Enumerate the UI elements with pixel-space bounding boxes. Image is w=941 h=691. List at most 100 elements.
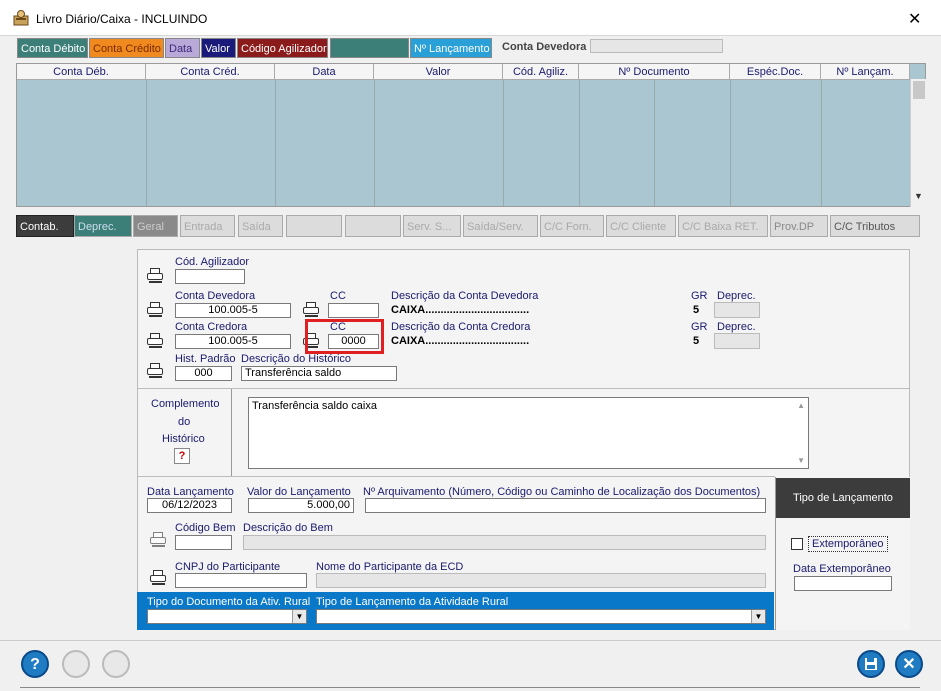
tipo-lancamento-header: Tipo de Lançamento — [776, 478, 910, 518]
codigo-bem-label: Código Bem — [175, 522, 236, 534]
descricao-bem-label: Descrição do Bem — [243, 522, 333, 534]
tab-data[interactable]: Data — [165, 38, 200, 58]
printer-icon[interactable] — [147, 333, 164, 348]
tab-cc-tributos[interactable]: C/C Tributos — [830, 215, 920, 237]
conta-devedora-input[interactable]: 100.005-5 — [175, 303, 291, 318]
tab-blank-1[interactable] — [286, 215, 342, 237]
valor-lancamento-input[interactable]: 5.000,00 — [248, 498, 354, 513]
title-bar: Livro Diário/Caixa - INCLUINDO ✕ — [0, 0, 941, 36]
tab-blank[interactable] — [330, 38, 409, 58]
disabled-action-icon — [62, 650, 90, 678]
grid-scrollbar[interactable]: ▼ — [910, 79, 926, 207]
hist-padrao-input[interactable]: 000 — [175, 366, 232, 381]
col-header-data[interactable]: Data — [275, 64, 374, 80]
conta-credora-label: Conta Credora — [175, 321, 248, 333]
tab-cc-cliente[interactable]: C/C Cliente — [606, 215, 676, 237]
deprec-devedora-label: Deprec. — [717, 290, 756, 302]
extemporaneo-checkbox[interactable] — [791, 538, 803, 550]
cc-devedora-input[interactable] — [328, 303, 379, 318]
codigo-bem-input[interactable] — [175, 535, 232, 550]
gr-devedora-label: GR — [691, 290, 708, 302]
help-button[interactable]: ? — [174, 448, 190, 464]
scrollbar-thumb[interactable] — [913, 81, 925, 99]
tab-serv[interactable]: Serv. S... — [403, 215, 461, 237]
gr-credora-label: GR — [691, 321, 708, 333]
cancel-icon[interactable]: ✕ — [895, 650, 923, 678]
desc-historico-input[interactable]: Transferência saldo — [241, 366, 397, 381]
cc-devedora-label: CC — [330, 290, 346, 302]
tab-entrada[interactable]: Entrada — [180, 215, 235, 237]
col-header-conta-cred[interactable]: Conta Créd. — [146, 64, 275, 80]
cnpj-participante-input[interactable] — [175, 573, 307, 588]
chevron-down-icon[interactable]: ▼ — [751, 610, 765, 623]
cnpj-participante-label: CNPJ do Participante — [175, 561, 281, 573]
tab-num-lancamento[interactable]: Nº Lançamento — [410, 38, 492, 58]
tab-cc-forn[interactable]: C/C Forn. — [540, 215, 604, 237]
tab-saida[interactable]: Saída — [238, 215, 283, 237]
complemento-label: Complemento — [151, 398, 220, 410]
col-header-conta-deb[interactable]: Conta Déb. — [17, 64, 146, 80]
close-icon[interactable]: ✕ — [908, 9, 921, 29]
tipo-lanc-rural-select[interactable]: ▼ — [316, 609, 766, 624]
grid-col-divider — [275, 80, 276, 206]
tab-geral[interactable]: Geral — [133, 215, 178, 237]
deprec-credora-input — [714, 333, 760, 349]
tab-prov-dp[interactable]: Prov.DP — [770, 215, 828, 237]
conta-credora-input[interactable]: 100.005-5 — [175, 334, 291, 349]
extemporaneo-label[interactable]: Extemporâneo — [808, 536, 888, 552]
printer-icon[interactable] — [150, 532, 167, 547]
complemento-textarea[interactable]: Transferência saldo caixa ▲ ▼ — [248, 397, 809, 469]
col-header-num-documento[interactable]: Nº Documento — [579, 64, 730, 80]
printer-icon[interactable] — [150, 570, 167, 585]
highlight-box — [305, 319, 384, 354]
tab-deprec[interactable]: Deprec. — [74, 215, 132, 237]
window-title: Livro Diário/Caixa - INCLUINDO — [36, 12, 208, 26]
entries-grid[interactable]: Conta Déb. Conta Créd. Data Valor Cód. A… — [16, 63, 926, 207]
conta-devedora-label: Conta Devedora — [175, 290, 256, 302]
grid-col-divider — [579, 80, 580, 206]
grid-col-divider — [374, 80, 375, 206]
chevron-down-icon[interactable]: ▼ — [292, 610, 306, 623]
tab-codigo-agilizador[interactable]: Código Agilizador — [237, 38, 328, 58]
tipo-doc-rural-select[interactable]: ▼ — [147, 609, 307, 624]
printer-icon[interactable] — [147, 268, 164, 283]
save-icon[interactable] — [857, 650, 885, 678]
top-right-field — [590, 39, 723, 53]
col-header-espec-doc[interactable]: Espéc.Doc. — [730, 64, 821, 80]
grid-col-divider — [730, 80, 731, 206]
printer-icon[interactable] — [147, 302, 164, 317]
desc-historico-label: Descrição do Histórico — [241, 353, 352, 365]
col-header-cod-agiliz[interactable]: Cód. Agiliz. — [503, 64, 579, 80]
gr-credora-value: 5 — [693, 335, 700, 347]
tab-cc-baixa-ret[interactable]: C/C Baixa RET. — [678, 215, 768, 237]
textarea-scroll-up-icon[interactable]: ▲ — [797, 401, 805, 410]
tab-valor[interactable]: Valor — [201, 38, 236, 58]
printer-icon[interactable] — [147, 363, 164, 378]
desc-credora-value: CAIXA.................................. — [391, 335, 530, 347]
complemento-label-do: do — [178, 416, 191, 428]
data-lancamento-input[interactable]: 06/12/2023 — [147, 498, 232, 513]
tab-contab[interactable]: Contab. — [16, 215, 74, 237]
tab-blank-2[interactable] — [345, 215, 401, 237]
grid-col-divider — [146, 80, 147, 206]
printer-icon[interactable] — [303, 302, 320, 317]
complemento-text: Transferência saldo caixa — [252, 400, 377, 412]
num-arquivamento-input[interactable] — [365, 498, 766, 513]
complemento-label-historico: Histórico — [162, 433, 205, 445]
help-icon[interactable]: ? — [21, 650, 49, 678]
data-extemporaneo-input[interactable] — [794, 576, 892, 591]
deprec-credora-label: Deprec. — [717, 321, 756, 333]
tab-saida-serv[interactable]: Saída/Serv. — [463, 215, 538, 237]
data-lancamento-label: Data Lançamento — [147, 486, 234, 498]
tab-conta-debito[interactable]: Conta Débito — [17, 38, 88, 58]
divider — [231, 389, 232, 476]
cod-agilizador-input[interactable] — [175, 269, 245, 284]
col-header-valor[interactable]: Valor — [374, 64, 503, 80]
col-header-num-lancam[interactable]: Nº Lançam. — [821, 64, 910, 80]
scroll-down-icon[interactable]: ▼ — [914, 191, 923, 201]
textarea-scroll-down-icon[interactable]: ▼ — [797, 456, 805, 465]
gr-devedora-value: 5 — [693, 304, 700, 316]
cod-agilizador-label: Cód. Agilizador — [175, 256, 249, 268]
divider — [138, 476, 775, 477]
tab-conta-credito[interactable]: Conta Crédito — [89, 38, 164, 58]
